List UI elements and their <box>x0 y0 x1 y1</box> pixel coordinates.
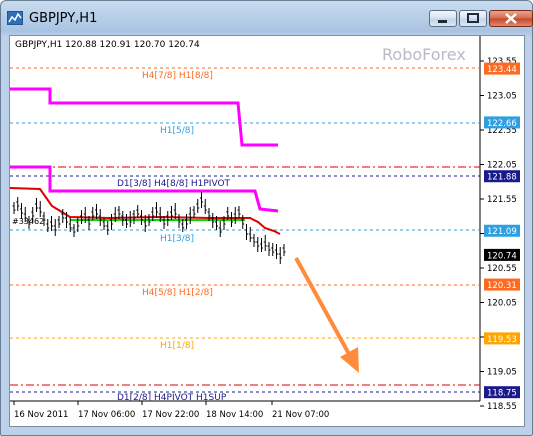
level-h4-78-label: H4[7/8] H1[8/8] <box>142 71 213 81</box>
price-tag-label: 122.66 <box>487 119 517 129</box>
time-axis-label: 16 Nov 2011 <box>14 410 68 420</box>
price-axis-label: 119.05 <box>487 368 517 378</box>
price-axis-label: 122.05 <box>487 161 517 171</box>
price-tag-label: 118.75 <box>487 389 517 399</box>
price-axis-label: 123.05 <box>487 92 517 102</box>
chart-info: GBPJPY,H1 120.88 120.91 120.70 120.74 <box>15 40 200 50</box>
time-axis-label: 21 Nov 07:00 <box>272 410 329 420</box>
level-h1-18-label: H1[1/8] <box>160 341 194 351</box>
price-tag-label: 120.31 <box>487 281 517 291</box>
chart-app-icon <box>7 11 23 25</box>
maximize-icon <box>467 13 479 23</box>
price-tag: 123.44 <box>484 62 520 75</box>
price-tag-label: 121.88 <box>487 173 517 183</box>
price-tag: 118.75 <box>484 386 520 399</box>
time-axis-label: 17 Nov 06:00 <box>78 410 135 420</box>
time-axis-label: 17 Nov 22:00 <box>142 410 199 420</box>
price-axis-label: 121.55 <box>487 195 517 205</box>
price-axis-label: 120.55 <box>487 264 517 274</box>
close-icon <box>505 13 517 24</box>
chart-window: GBPJPY,H1 GBPJPY,H1 120.88 120.91 120.70… <box>0 0 533 436</box>
chart-area[interactable]: GBPJPY,H1 120.88 120.91 120.70 120.74 Ro… <box>9 35 525 427</box>
price-tag-label: 119.53 <box>487 335 517 345</box>
minimize-icon <box>438 20 447 23</box>
price-axis-label: 120.05 <box>487 299 517 309</box>
level-d1-38-label: D1[3/8] H4[8/8] H1PIVOT <box>117 179 231 189</box>
price-tag: 119.53 <box>484 332 520 345</box>
close-button[interactable] <box>489 10 533 27</box>
price-tag-label: 123.44 <box>487 65 517 75</box>
price-axis-label: 118.55 <box>487 402 517 412</box>
level-h4-58-label: H4[5/8] H1[2/8] <box>142 288 213 298</box>
price-tag-label: 120.74 <box>487 251 517 261</box>
level-h1-58-label: H1[5/8] <box>160 126 194 136</box>
price-tag-label: 121.09 <box>487 227 517 237</box>
level-d1-28-label: D1[2/8] H4PIVOT H1SUP <box>117 393 227 403</box>
maximize-button[interactable] <box>459 10 487 27</box>
price-tag: 121.88 <box>484 170 520 183</box>
price-tag: 120.31 <box>484 278 520 291</box>
chart-marker: #33462 <box>12 217 44 226</box>
title-bar[interactable]: GBPJPY,H1 <box>1 1 533 35</box>
price-tag: 121.09 <box>484 224 520 237</box>
time-axis-label: 18 Nov 14:00 <box>206 410 263 420</box>
price-tag: 120.74 <box>484 248 520 261</box>
window-title: GBPJPY,H1 <box>29 11 98 26</box>
level-h1-38-label: H1[3/8] <box>160 234 194 244</box>
price-tag: 122.66 <box>484 116 520 129</box>
minimize-button[interactable] <box>429 10 457 27</box>
watermark: RoboForex <box>382 45 466 64</box>
price-chart[interactable]: GBPJPY,H1 120.88 120.91 120.70 120.74 Ro… <box>9 36 524 426</box>
